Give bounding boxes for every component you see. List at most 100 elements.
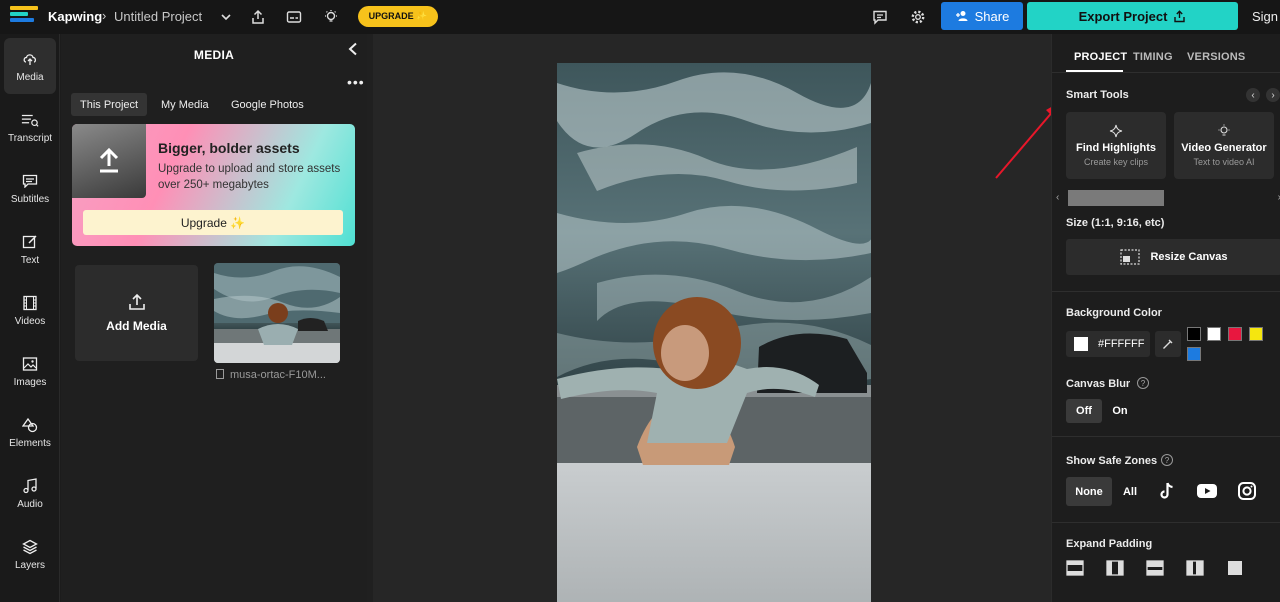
find-highlights-card[interactable]: Find Highlights Create key clips xyxy=(1066,112,1166,179)
nav-label: Audio xyxy=(17,498,43,510)
swatch-blue[interactable] xyxy=(1187,347,1201,361)
scrollbar-thumb[interactable] xyxy=(1068,190,1164,206)
nav-label: Elements xyxy=(9,437,51,449)
media-file-name: musa-ortac-F10M... xyxy=(216,369,326,381)
help-icon[interactable]: ? xyxy=(1137,377,1149,389)
sparkle-icon xyxy=(1109,124,1123,138)
captions-icon[interactable] xyxy=(284,7,304,27)
blur-off-option[interactable]: Off xyxy=(1066,399,1102,423)
background-color-input[interactable]: #FFFFFF xyxy=(1066,331,1150,357)
nav-label: Images xyxy=(13,376,47,388)
more-options-icon[interactable]: ••• xyxy=(347,74,365,90)
blur-on-option[interactable]: On xyxy=(1106,399,1134,423)
brand-name[interactable]: Kapwing xyxy=(48,9,102,24)
divider xyxy=(1052,72,1280,73)
resize-label: Resize Canvas xyxy=(1150,251,1228,263)
media-thumbnail[interactable] xyxy=(214,263,340,363)
upgrade-button[interactable]: UPGRADE ✨ xyxy=(358,6,438,27)
upload-cloud-icon xyxy=(21,50,39,68)
nav-elements[interactable]: Elements xyxy=(4,404,56,460)
nav-label: Media xyxy=(16,71,44,83)
nav-label: Transcript xyxy=(7,132,53,144)
share-label: Share xyxy=(974,8,1010,24)
share-button[interactable]: Share xyxy=(941,2,1023,30)
video-generator-card[interactable]: Video Generator Text to video AI xyxy=(1174,112,1274,179)
carousel-next-icon[interactable]: › xyxy=(1266,88,1280,102)
lightbulb-icon xyxy=(1218,124,1230,136)
media-panel: MEDIA ••• This Project My Media Google P… xyxy=(61,34,367,602)
kapwing-logo[interactable] xyxy=(10,6,38,26)
padding-top-bottom-icon[interactable] xyxy=(1066,560,1084,576)
scroll-left-icon[interactable]: ‹ xyxy=(1056,192,1059,203)
padding-left-right-icon[interactable] xyxy=(1106,560,1124,576)
nav-transcript[interactable]: Transcript xyxy=(4,99,56,155)
tab-timing[interactable]: TIMING xyxy=(1133,51,1173,63)
tab-versions[interactable]: VERSIONS xyxy=(1187,51,1245,63)
shapes-icon xyxy=(21,416,39,434)
padding-none-icon[interactable] xyxy=(1226,560,1244,576)
settings-gear-icon[interactable] xyxy=(908,7,928,27)
nav-media[interactable]: Media xyxy=(4,38,56,94)
upload-arrow-icon xyxy=(99,148,119,173)
promo-upgrade-button[interactable]: Upgrade ✨ xyxy=(83,210,343,235)
swatch-black[interactable] xyxy=(1187,327,1201,341)
tab-project[interactable]: PROJECT xyxy=(1074,51,1127,63)
tab-this-project[interactable]: This Project xyxy=(71,93,148,116)
divider xyxy=(1052,522,1280,523)
nav-text[interactable]: Text xyxy=(4,221,56,277)
help-icon[interactable]: ? xyxy=(1161,454,1173,466)
safe-zone-none[interactable]: None xyxy=(1066,477,1112,506)
padding-bottom-icon[interactable] xyxy=(1146,560,1164,576)
layers-icon xyxy=(21,538,39,556)
export-project-button[interactable]: Export Project xyxy=(1027,2,1238,30)
safe-zone-all[interactable]: All xyxy=(1118,477,1142,506)
nav-audio[interactable]: Audio xyxy=(4,465,56,521)
transcript-icon xyxy=(21,111,39,129)
add-media-button[interactable]: Add Media xyxy=(75,265,198,361)
swatch-red[interactable] xyxy=(1228,327,1242,341)
music-note-icon xyxy=(21,477,39,495)
swatch-yellow[interactable] xyxy=(1249,327,1263,341)
eyedropper-icon[interactable] xyxy=(1155,331,1181,357)
tiktok-icon[interactable] xyxy=(1157,481,1177,506)
canvas-video-preview[interactable] xyxy=(557,63,871,602)
share-upload-icon[interactable] xyxy=(248,7,268,27)
upload-icon xyxy=(128,293,145,310)
nav-subtitles[interactable]: Subtitles xyxy=(4,160,56,216)
sign-in-link[interactable]: Sign In xyxy=(1252,9,1280,24)
color-hex-value: #FFFFFF xyxy=(1098,338,1145,350)
add-person-icon xyxy=(955,11,968,21)
promo-text: Upgrade to upload and store assets over … xyxy=(158,163,341,191)
tab-google-photos[interactable]: Google Photos xyxy=(222,93,313,116)
smart-tools-label: Smart Tools xyxy=(1066,89,1129,101)
nav-images[interactable]: Images xyxy=(4,343,56,399)
nav-videos[interactable]: Videos xyxy=(4,282,56,338)
subtitles-icon xyxy=(21,172,39,190)
chevron-down-icon[interactable] xyxy=(216,7,236,27)
nav-label: Text xyxy=(20,254,40,266)
promo-image xyxy=(72,124,146,198)
tools-scrollbar[interactable]: ‹ › xyxy=(1056,190,1280,206)
nav-label: Videos xyxy=(14,315,46,327)
nav-layers[interactable]: Layers xyxy=(4,526,56,582)
size-label: Size (1:1, 9:16, etc) xyxy=(1066,217,1165,229)
lightbulb-icon[interactable] xyxy=(321,7,341,27)
nav-label: Subtitles xyxy=(10,193,50,205)
canvas-blur-label: Canvas Blur xyxy=(1066,378,1131,390)
comments-icon[interactable] xyxy=(870,7,890,27)
instagram-icon[interactable] xyxy=(1237,481,1257,506)
padding-side-icon[interactable] xyxy=(1186,560,1204,576)
upgrade-promo-card: Bigger, bolder assets Upgrade to upload … xyxy=(72,124,355,246)
add-media-label: Add Media xyxy=(106,319,167,333)
project-name[interactable]: Untitled Project xyxy=(114,9,202,24)
resize-canvas-button[interactable]: Resize Canvas xyxy=(1066,239,1280,275)
swatch-white[interactable] xyxy=(1207,327,1221,341)
left-nav: Media Transcript Subtitles Text Videos I… xyxy=(0,34,60,602)
canvas-area xyxy=(373,34,1060,602)
tool-title: Find Highlights xyxy=(1075,142,1157,154)
carousel-prev-icon[interactable]: ‹ xyxy=(1246,88,1260,102)
youtube-icon[interactable] xyxy=(1196,483,1218,504)
chevron-left-icon[interactable] xyxy=(347,42,359,61)
tab-my-media[interactable]: My Media xyxy=(152,93,218,116)
text-edit-icon xyxy=(21,233,39,251)
